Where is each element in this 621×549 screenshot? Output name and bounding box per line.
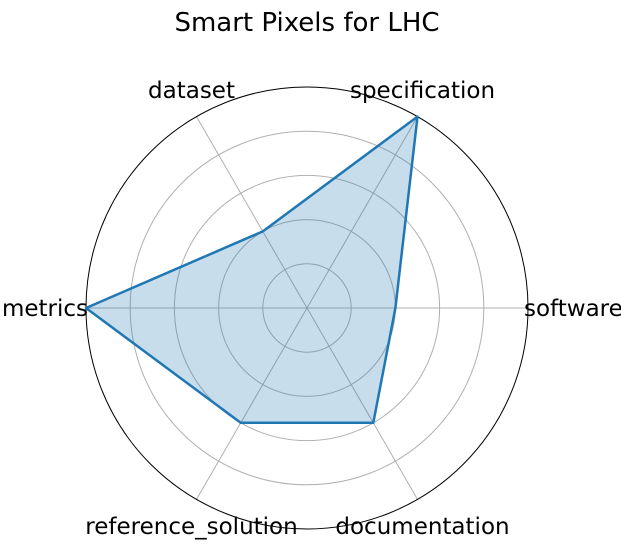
axis-label-dataset: dataset (148, 78, 235, 104)
axis-label-documentation: documentation (335, 514, 509, 540)
chart-series (84, 115, 419, 425)
axis-label-specification: specification (350, 78, 495, 104)
axis-label-software: software (524, 296, 621, 322)
axis-label-reference_solution: reference_solution (85, 514, 297, 540)
chart-title: Smart Pixels for LHC (174, 8, 439, 38)
radar-chart: Smart Pixels for LHC software specificati… (2, 8, 621, 540)
axis-label-metrics: metrics (2, 296, 88, 322)
series-area (86, 116, 418, 423)
